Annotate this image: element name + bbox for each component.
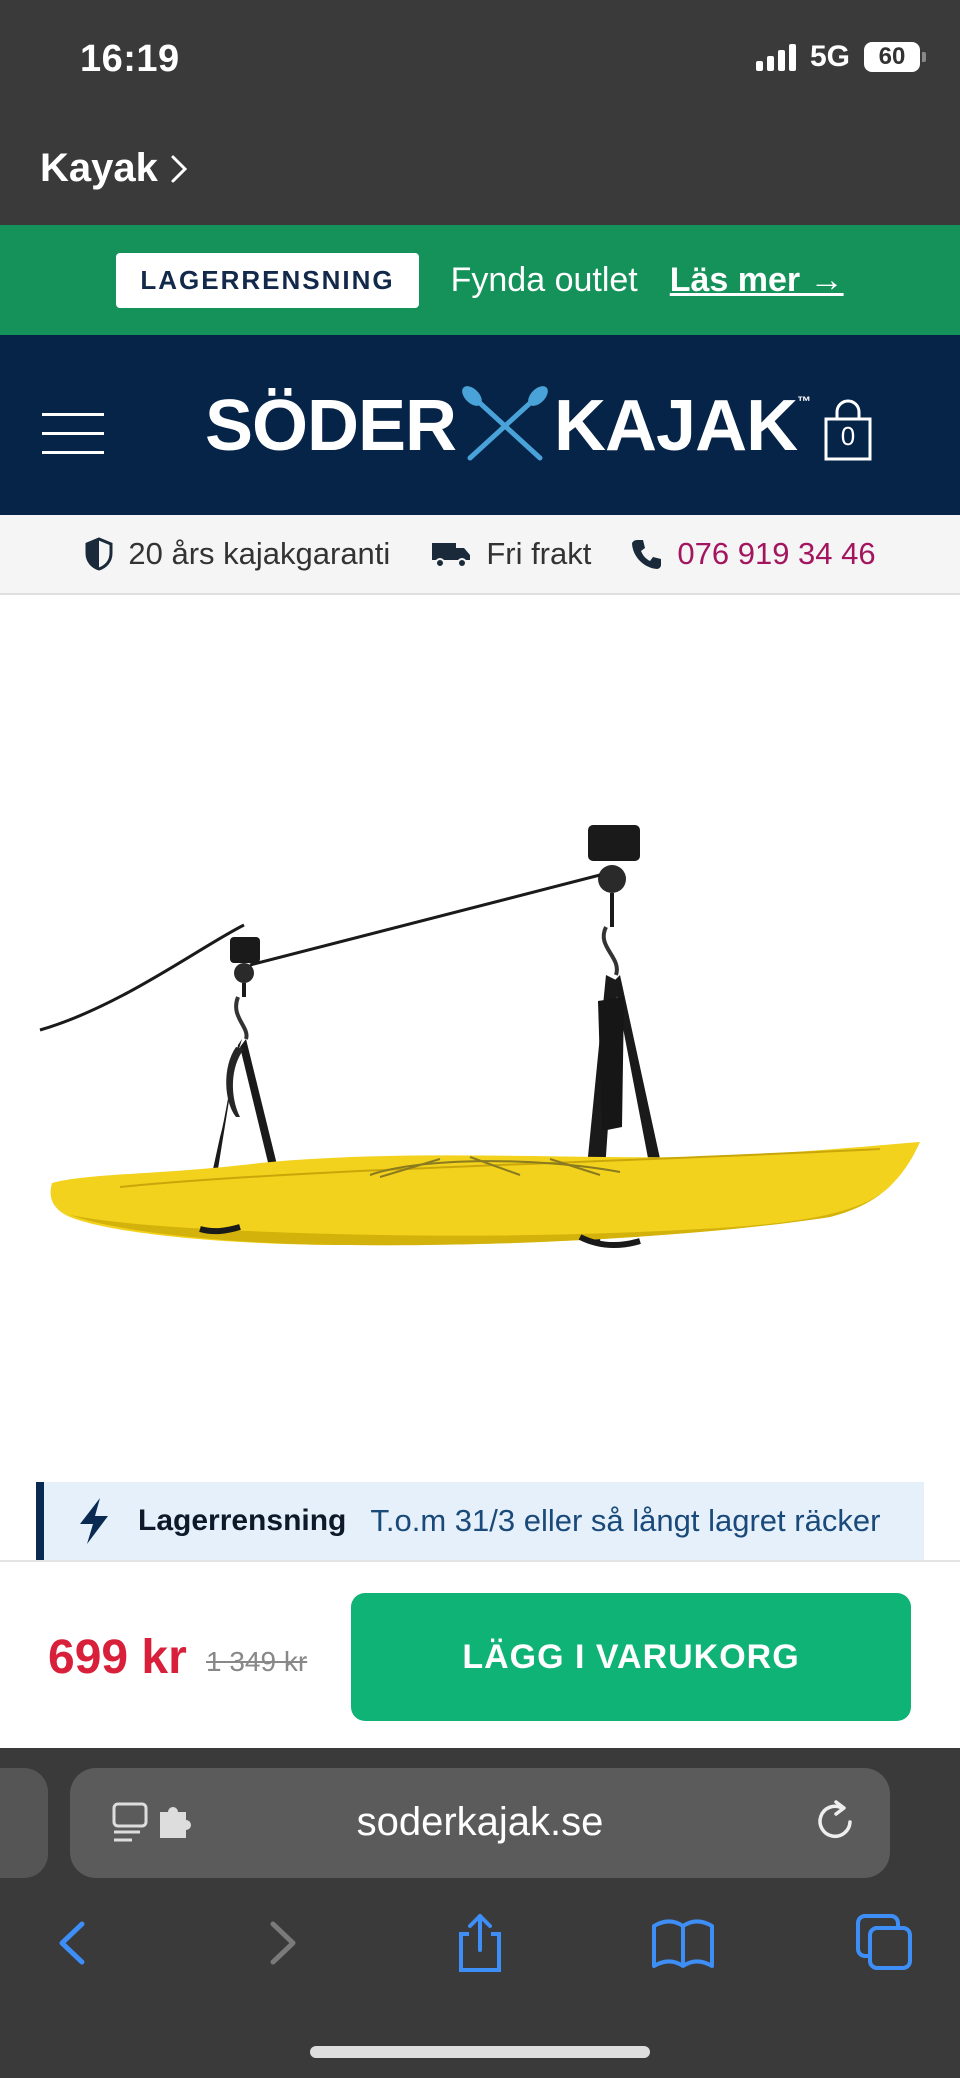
promo-text: Fynda outlet (450, 260, 638, 299)
buy-bar: 699 kr 1 349 kr LÄGG I VARUKORG (0, 1560, 960, 1748)
battery-icon: 60 (864, 42, 926, 72)
kayak-hoist-image (39, 825, 921, 1249)
lightning-icon (80, 1498, 108, 1544)
reload-icon[interactable] (814, 1798, 858, 1844)
network-type: 5G (809, 40, 850, 73)
add-to-cart-button[interactable]: LÄGG I VARUKORG (351, 1593, 911, 1721)
shield-icon (85, 537, 113, 571)
status-bar: 16:19 5G 60 (0, 0, 960, 120)
info-banner: Lagerrensning T.o.m 31/3 eller så långt … (36, 1482, 924, 1560)
usp-shipping-text: Fri frakt (486, 536, 592, 571)
product-old-price: 1 349 kr (206, 1646, 308, 1677)
usp-shipping: Fri frakt (430, 536, 591, 572)
previous-tab-preview[interactable] (0, 1768, 48, 1878)
status-indicators: 5G 60 (755, 40, 926, 74)
chevron-right-icon (171, 155, 187, 182)
truck-icon (432, 543, 471, 568)
info-banner-title: Lagerrensning (138, 1504, 347, 1537)
product-price: 699 kr (48, 1631, 187, 1684)
usp-warranty-text: 20 års kajakgaranti (128, 536, 391, 571)
bookmarks-icon[interactable] (648, 1908, 718, 1978)
breadcrumb-label: Kayak (40, 146, 158, 190)
share-icon[interactable] (445, 1908, 515, 1978)
usp-bar: 20 års kajakgaranti Fri frakt 076 919 34… (0, 515, 960, 595)
promo-badge: LAGERRENSNING (116, 252, 419, 308)
info-banner-text: T.o.m 31/3 eller så långt lagret räcker (370, 1503, 881, 1538)
logo-text-left: SÖDER (205, 386, 457, 466)
status-time: 16:19 (80, 38, 180, 80)
home-indicator (310, 2046, 650, 2058)
site-logo[interactable]: SÖDER KAJAK ™ (205, 385, 811, 467)
phone-number-link[interactable]: 076 919 34 46 (677, 536, 875, 572)
browser-chrome: soderkajak.se (0, 1748, 960, 2078)
read-more-link[interactable]: Läs mer → (670, 261, 844, 300)
logo-trademark: ™ (797, 393, 811, 409)
url-text: soderkajak.se (356, 1800, 604, 1844)
site-header: SÖDER KAJAK ™ 0 (0, 335, 960, 515)
breadcrumb[interactable]: Kayak (40, 146, 188, 191)
back-icon[interactable] (40, 1908, 110, 1978)
promo-bar: LAGERRENSNING Fynda outlet Läs mer → (0, 225, 960, 335)
tabs-icon[interactable] (850, 1908, 920, 1978)
paddles-icon (462, 386, 548, 461)
cart-button[interactable]: 0 (823, 399, 873, 463)
cart-count: 0 (840, 421, 856, 451)
product-image[interactable] (0, 597, 960, 1477)
signal-icon (755, 43, 796, 71)
address-bar[interactable]: soderkajak.se (70, 1768, 890, 1878)
usp-warranty: 20 års kajakgaranti (84, 536, 390, 572)
menu-icon[interactable] (42, 413, 104, 454)
usp-phone[interactable]: 076 919 34 46 (631, 536, 876, 572)
navigation-bar: Kayak (0, 120, 960, 225)
logo-text-right: KAJAK (554, 386, 798, 466)
phone-icon (632, 540, 662, 569)
forward-icon[interactable] (245, 1908, 315, 1978)
